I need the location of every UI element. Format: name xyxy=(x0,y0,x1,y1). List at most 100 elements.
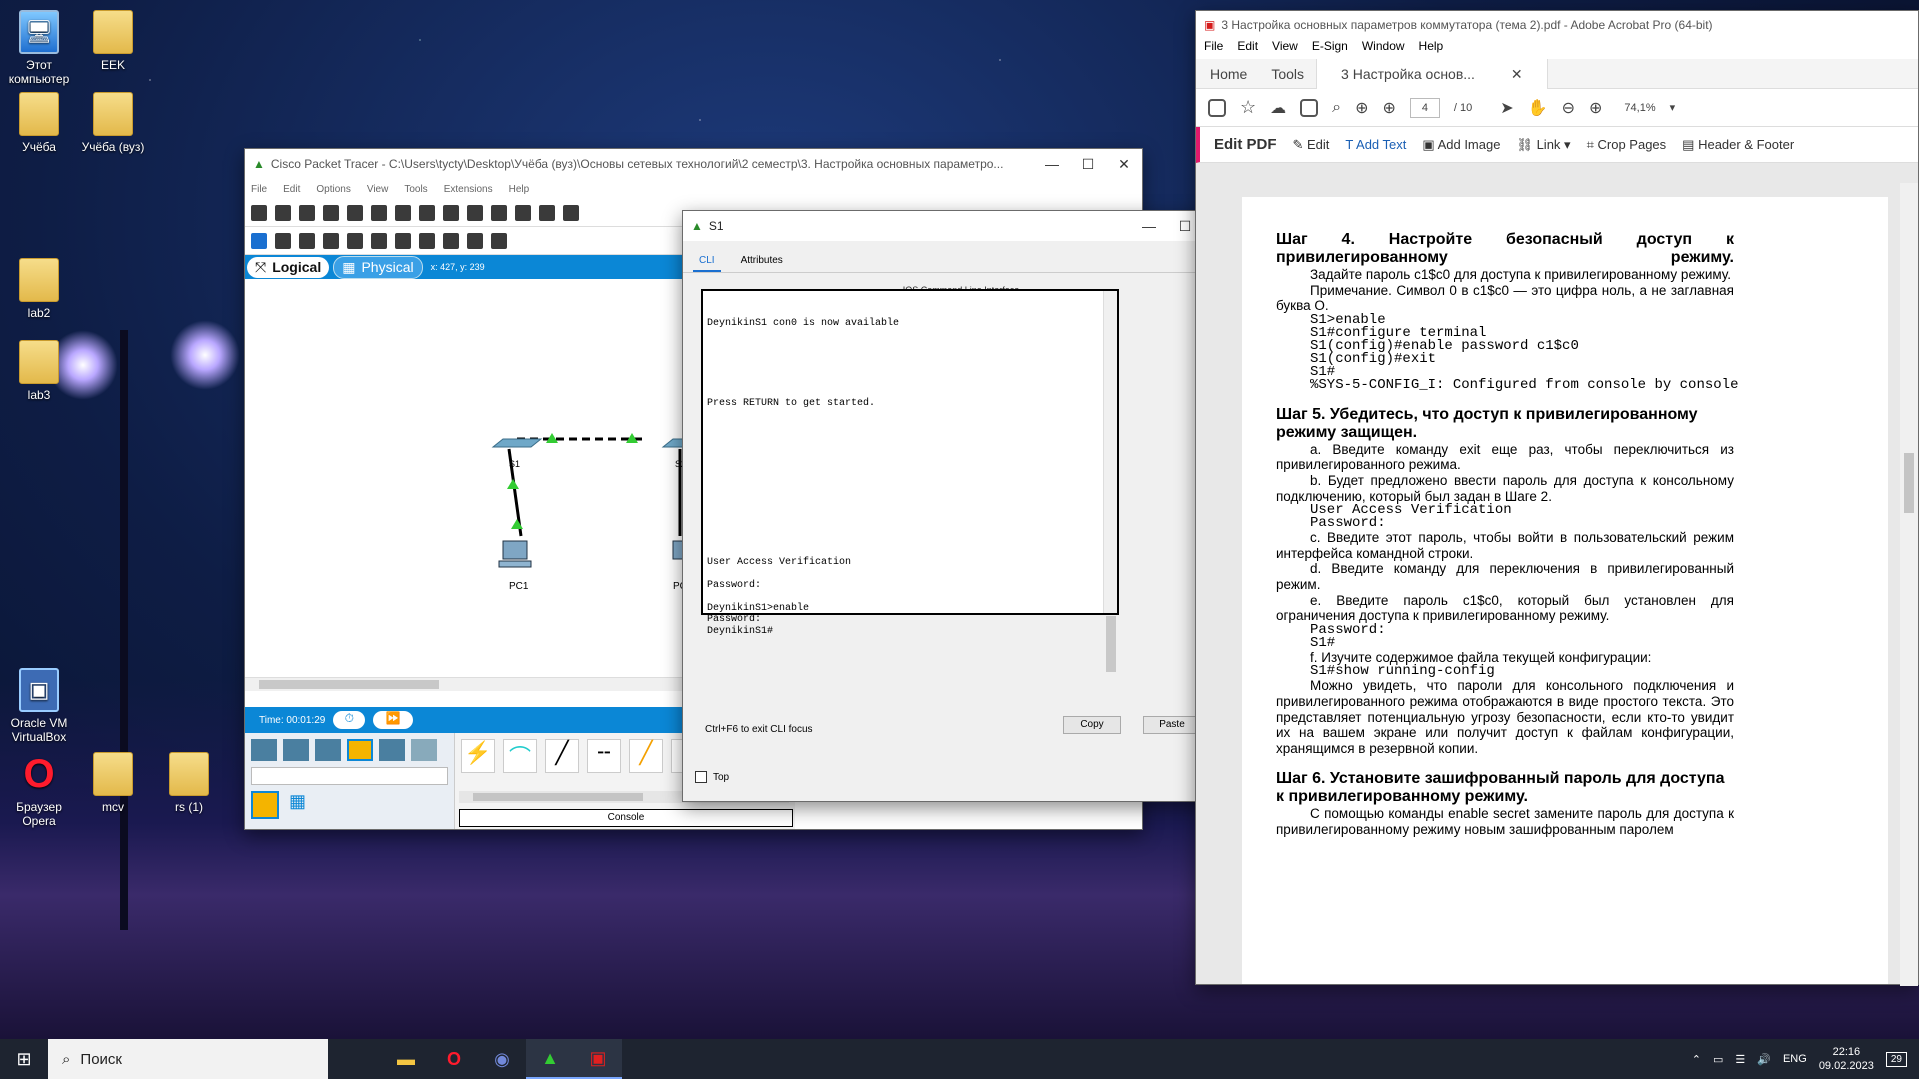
activity-icon[interactable] xyxy=(395,204,411,221)
save-icon[interactable] xyxy=(299,204,315,221)
straight-cable-icon[interactable]: ╱ xyxy=(545,739,579,773)
tab-physical[interactable]: ▦ Physical xyxy=(333,255,423,279)
draw-line-icon[interactable] xyxy=(371,232,387,249)
menu-file[interactable]: File xyxy=(1204,39,1223,59)
add-image-button[interactable]: ▣ Add Image xyxy=(1422,137,1500,153)
top-checkbox[interactable] xyxy=(695,771,707,783)
paste-icon[interactable] xyxy=(443,204,459,221)
connections-icon[interactable] xyxy=(347,739,373,761)
switches-icon[interactable] xyxy=(283,739,309,761)
header-footer-button[interactable]: ▤ Header & Footer xyxy=(1682,137,1794,153)
grid-icon[interactable]: ▦ xyxy=(289,791,309,811)
ellipse-icon[interactable] xyxy=(419,232,435,249)
inspect-icon[interactable] xyxy=(275,232,291,249)
redo-icon[interactable] xyxy=(491,204,507,221)
menu-file[interactable]: File xyxy=(251,184,267,195)
desktop-icon-ucheba-vuz[interactable]: Учёба (вуз) xyxy=(74,92,152,154)
power-cycle-button[interactable]: ⏱ xyxy=(333,711,366,729)
crop-pages-button[interactable]: ⌗ Crop Pages xyxy=(1587,137,1667,153)
scrollbar-thumb[interactable] xyxy=(1106,616,1116,672)
connections-sub-icon[interactable] xyxy=(251,791,279,819)
desktop-icon-mcv[interactable]: mcv xyxy=(74,752,152,814)
scrollbar-thumb[interactable] xyxy=(473,793,643,801)
console-cable-icon[interactable]: ⌒ xyxy=(503,739,537,773)
scrollbar-thumb[interactable] xyxy=(1904,453,1914,513)
acrobat-titlebar[interactable]: ▣ 3 Настройка основных параметров коммут… xyxy=(1196,11,1918,39)
select-icon[interactable] xyxy=(251,232,267,249)
hubs-icon[interactable] xyxy=(315,739,341,761)
copy-button[interactable]: Copy xyxy=(1063,716,1121,734)
menu-edit[interactable]: Edit xyxy=(1237,39,1258,59)
zoom-reset-icon[interactable] xyxy=(539,204,555,221)
add-pdu-icon[interactable] xyxy=(467,232,483,249)
tab-home[interactable]: Home xyxy=(1196,66,1259,82)
pdf-v-scrollbar[interactable] xyxy=(1900,183,1918,986)
taskbar-opera[interactable]: O xyxy=(430,1039,478,1079)
freeform-icon[interactable] xyxy=(443,232,459,249)
desktop-icon-virtualbox[interactable]: ▣ Oracle VM VirtualBox xyxy=(0,668,78,744)
desktop-icon-lab2[interactable]: lab2 xyxy=(0,258,78,320)
paste-button[interactable]: Paste xyxy=(1143,716,1201,734)
close-button[interactable]: ✕ xyxy=(1106,156,1142,173)
taskbar-acrobat[interactable]: ▣ xyxy=(574,1039,622,1079)
taskbar-explorer[interactable]: ▬ xyxy=(382,1039,430,1079)
desktop-icon-lab3[interactable]: lab3 xyxy=(0,340,78,402)
menu-edit[interactable]: Edit xyxy=(283,184,300,195)
menu-options[interactable]: Options xyxy=(316,184,350,195)
battery-icon[interactable]: ▭ xyxy=(1713,1053,1723,1066)
upload-icon[interactable]: ☁ xyxy=(1270,98,1286,118)
zoom-out-icon[interactable]: ⊖ xyxy=(1562,98,1575,118)
minimize-button[interactable]: — xyxy=(1131,218,1167,235)
maximize-button[interactable]: ☐ xyxy=(1070,156,1106,173)
menu-view[interactable]: View xyxy=(1272,39,1298,59)
taskbar-search[interactable]: ⌕ Поиск xyxy=(48,1039,328,1079)
notification-badge[interactable]: 29 xyxy=(1885,1051,1907,1067)
page-number-input[interactable]: 4 xyxy=(1409,97,1440,118)
device-search-field[interactable] xyxy=(251,767,448,785)
rectangle-icon[interactable] xyxy=(395,232,411,249)
new-icon[interactable] xyxy=(251,204,267,221)
zoom-out-icon[interactable] xyxy=(563,204,579,221)
pt-workspace[interactable]: S1 S2 PC1 PC xyxy=(245,301,696,691)
desktop-icon-opera[interactable]: O Браузер Opera xyxy=(0,752,78,828)
tab-attributes[interactable]: Attributes xyxy=(735,251,789,272)
desktop-icon-this-pc[interactable]: 🖥 Этот компьютер xyxy=(0,10,78,86)
wan-emulation-icon[interactable] xyxy=(411,739,437,761)
taskbar-discord[interactable]: ◉ xyxy=(478,1039,526,1079)
desktop-icon-eek[interactable]: EEK xyxy=(74,10,152,72)
save-icon[interactable] xyxy=(1208,98,1226,117)
tab-cli[interactable]: CLI xyxy=(693,251,721,272)
next-page-icon[interactable]: ⊕ xyxy=(1383,98,1396,118)
menu-window[interactable]: Window xyxy=(1362,39,1405,59)
volume-icon[interactable]: 🔊 xyxy=(1757,1053,1771,1066)
auto-cable-icon[interactable]: ⚡ xyxy=(461,739,495,773)
note-icon[interactable] xyxy=(347,232,363,249)
menu-tools[interactable]: Tools xyxy=(404,184,427,195)
menu-extensions[interactable]: Extensions xyxy=(444,184,493,195)
menu-help[interactable]: Help xyxy=(1419,39,1444,59)
scrollbar-thumb[interactable] xyxy=(259,680,439,689)
zoom-level-select[interactable]: 74,1% xyxy=(1624,102,1655,114)
open-icon[interactable] xyxy=(275,204,291,221)
zoom-in-icon[interactable]: ⊕ xyxy=(1589,98,1602,118)
wizard-icon[interactable] xyxy=(371,204,387,221)
hand-tool-icon[interactable]: ✋ xyxy=(1528,98,1548,118)
undo-icon[interactable] xyxy=(467,204,483,221)
end-devices-icon[interactable] xyxy=(379,739,405,761)
menu-help[interactable]: Help xyxy=(509,184,530,195)
select-cursor-icon[interactable]: ➤ xyxy=(1500,98,1513,118)
acrobat-window[interactable]: ▣ 3 Настройка основных параметров коммут… xyxy=(1195,10,1919,986)
cli-terminal[interactable]: DeynikinS1 con0 is now available Press R… xyxy=(701,289,1119,672)
language-indicator[interactable]: ENG xyxy=(1783,1053,1807,1065)
s1-device-window[interactable]: ▲ S1 — ☐ ✕ CLI Attributes IOS Command Li… xyxy=(682,210,1240,802)
terminal-scrollbar[interactable] xyxy=(1103,291,1117,672)
menu-view[interactable]: View xyxy=(367,184,389,195)
info-icon[interactable] xyxy=(347,204,363,221)
close-tab-icon[interactable]: ✕ xyxy=(1499,66,1535,82)
tab-logical[interactable]: ⤧ Logical xyxy=(247,256,330,278)
desktop-icon-ucheba[interactable]: Учёба xyxy=(0,92,78,154)
zoom-in-icon[interactable] xyxy=(515,204,531,221)
fast-forward-button[interactable]: ⏩ xyxy=(373,711,414,729)
start-button[interactable]: ⊞ xyxy=(0,1039,48,1079)
taskbar-packet-tracer[interactable]: ▲ xyxy=(526,1039,574,1079)
